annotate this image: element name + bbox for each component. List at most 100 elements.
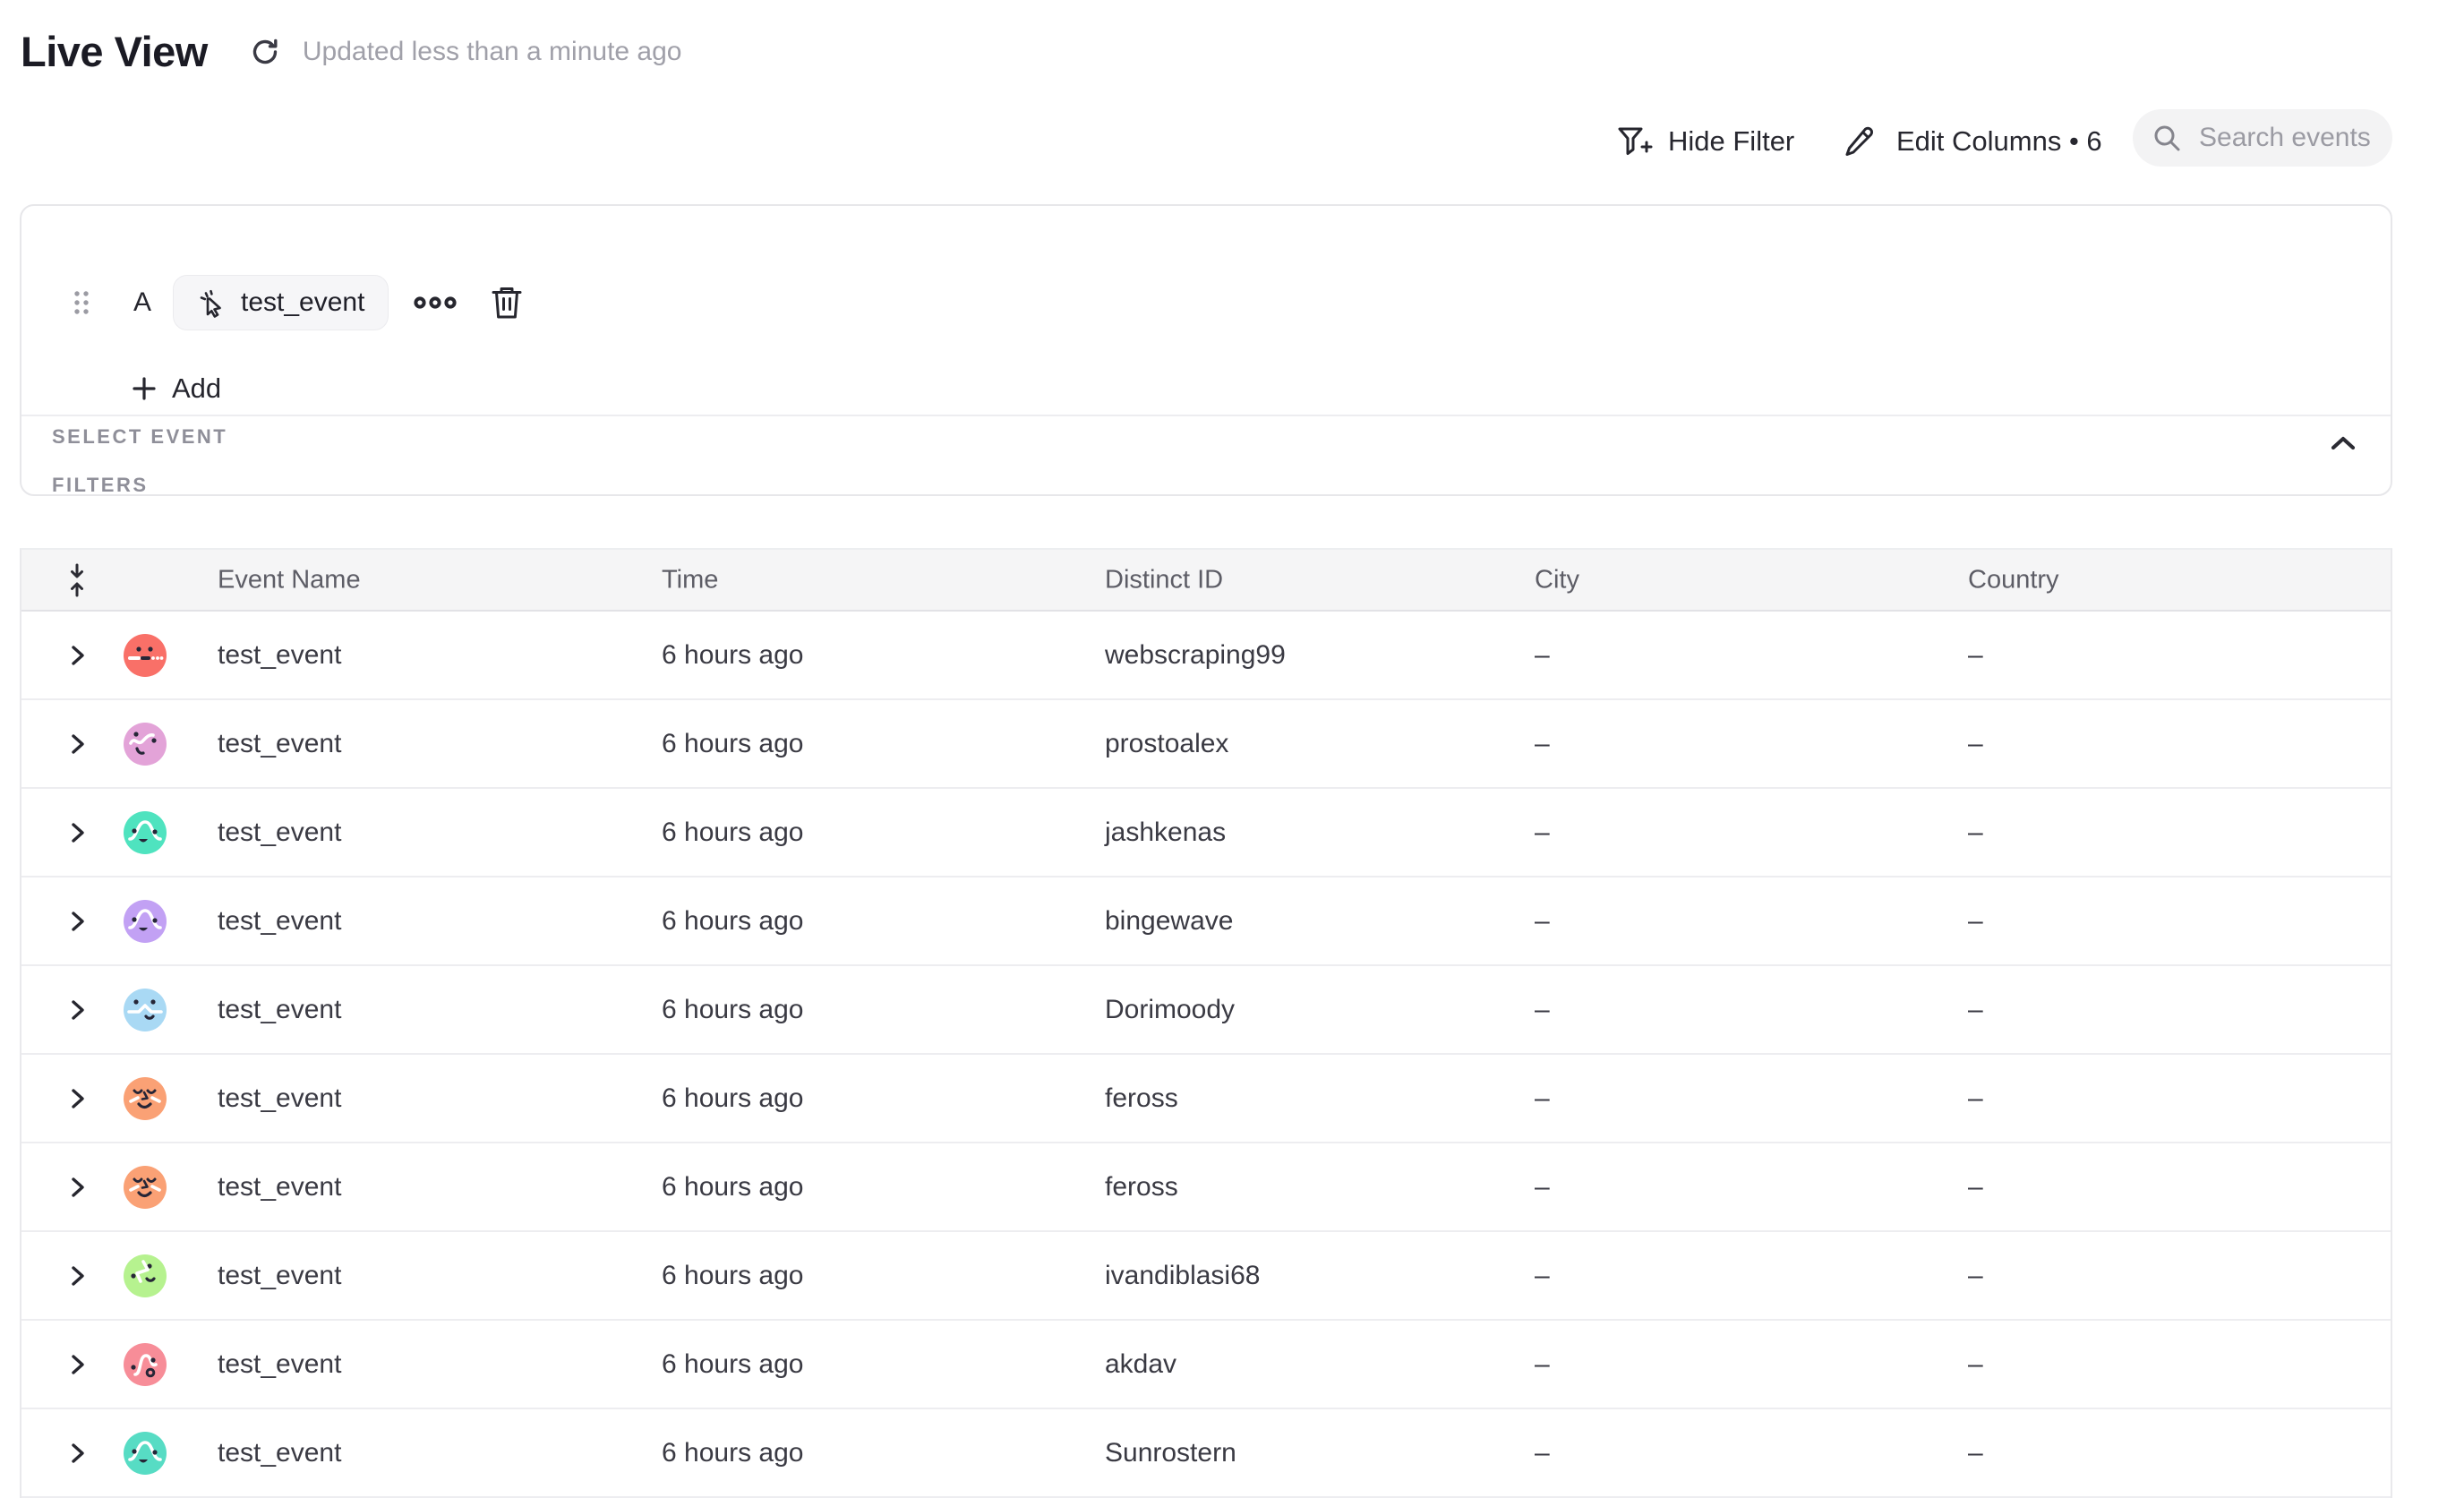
edit-columns-button[interactable]: Edit Columns • 6	[1843, 113, 2102, 170]
table-row: test_event 6 hours ago bingewave – –	[21, 877, 2391, 966]
add-event-button[interactable]: Add	[132, 369, 221, 408]
country-cell: –	[1968, 906, 1983, 937]
distinct-id-link[interactable]: akdav	[1105, 1349, 1176, 1380]
column-header-distinct-id[interactable]: Distinct ID	[1105, 565, 1223, 595]
search-events-input[interactable]	[2197, 122, 2389, 154]
updated-status: Updated less than a minute ago	[303, 37, 682, 67]
chevron-right-icon	[69, 998, 87, 1022]
event-name-cell: test_event	[218, 1261, 341, 1291]
event-select-chip[interactable]: test_event	[173, 275, 389, 330]
more-options-button[interactable]	[414, 295, 457, 310]
time-cell: 6 hours ago	[662, 1438, 803, 1468]
column-header-country[interactable]: Country	[1968, 565, 2059, 595]
city-cell: –	[1535, 1349, 1550, 1380]
time-cell: 6 hours ago	[662, 995, 803, 1025]
chevron-right-icon	[69, 910, 87, 933]
user-avatar	[124, 811, 167, 854]
distinct-id-link[interactable]: jashkenas	[1105, 817, 1226, 848]
cursor-click-icon	[197, 287, 227, 318]
query-builder-panel: SELECT EVENT A	[20, 204, 2392, 496]
search-events-box[interactable]	[2133, 109, 2392, 167]
country-cell: –	[1968, 1083, 1983, 1114]
table-row: test_event 6 hours ago feross – –	[21, 1143, 2391, 1232]
time-cell: 6 hours ago	[662, 640, 803, 671]
plus-icon	[132, 376, 157, 401]
filters-section[interactable]: FILTERS	[21, 416, 2391, 496]
search-icon	[2151, 122, 2183, 154]
table-row: test_event 6 hours ago akdav – –	[21, 1321, 2391, 1409]
chevron-right-icon	[69, 1353, 87, 1376]
city-cell: –	[1535, 1083, 1550, 1114]
row-expander-button[interactable]	[69, 732, 89, 757]
table-header: Event Name Time Distinct ID City Country	[21, 550, 2391, 612]
user-avatar	[124, 723, 167, 766]
add-label: Add	[172, 372, 221, 405]
row-expander-button[interactable]	[69, 820, 89, 845]
city-cell: –	[1535, 1172, 1550, 1203]
event-name-cell: test_event	[218, 1438, 341, 1468]
table-row: test_event 6 hours ago jashkenas – –	[21, 789, 2391, 877]
chevron-right-icon	[69, 1087, 87, 1110]
events-table: Event Name Time Distinct ID City Country…	[20, 548, 2392, 1498]
chevron-right-icon	[69, 1442, 87, 1465]
event-name-cell: test_event	[218, 1349, 341, 1380]
table-row: test_event 6 hours ago Dorimoody – –	[21, 966, 2391, 1055]
city-cell: –	[1535, 1438, 1550, 1468]
city-cell: –	[1535, 995, 1550, 1025]
country-cell: –	[1968, 1438, 1983, 1468]
hide-filter-button[interactable]: Hide Filter	[1615, 113, 1794, 170]
row-expander-button[interactable]	[69, 909, 89, 934]
distinct-id-link[interactable]: feross	[1105, 1172, 1178, 1203]
row-expander-button[interactable]	[69, 1441, 89, 1466]
refresh-icon	[248, 35, 282, 69]
selected-event-name: test_event	[241, 287, 364, 318]
row-expander-button[interactable]	[69, 1086, 89, 1111]
event-name-cell: test_event	[218, 817, 341, 848]
filters-section-label: FILTERS	[52, 474, 149, 497]
distinct-id-link[interactable]: bingewave	[1105, 906, 1233, 937]
table-row: test_event 6 hours ago ivandiblasi68 – –	[21, 1232, 2391, 1321]
filter-plus-icon	[1615, 124, 1653, 159]
table-body: test_event 6 hours ago webscraping99 – –…	[21, 612, 2391, 1498]
table-row: test_event 6 hours ago webscraping99 – –	[21, 612, 2391, 700]
distinct-id-link[interactable]: webscraping99	[1105, 640, 1286, 671]
distinct-id-link[interactable]: prostoalex	[1105, 729, 1228, 759]
country-cell: –	[1968, 1349, 1983, 1380]
page-title: Live View	[21, 27, 208, 76]
row-expander-button[interactable]	[69, 1175, 89, 1200]
row-expander-button[interactable]	[69, 1352, 89, 1377]
event-name-cell: test_event	[218, 640, 341, 671]
city-cell: –	[1535, 729, 1550, 759]
user-avatar	[124, 989, 167, 1031]
column-header-city[interactable]: City	[1535, 565, 1579, 595]
hide-filter-label: Hide Filter	[1668, 125, 1794, 158]
event-name-cell: test_event	[218, 995, 341, 1025]
user-avatar	[124, 1254, 167, 1297]
row-expander-button[interactable]	[69, 997, 89, 1023]
event-name-cell: test_event	[218, 1172, 341, 1203]
event-query-row: A test_event	[21, 276, 525, 330]
row-expander-button[interactable]	[69, 643, 89, 668]
chevron-right-icon	[69, 644, 87, 667]
country-cell: –	[1968, 817, 1983, 848]
distinct-id-link[interactable]: ivandiblasi68	[1105, 1261, 1260, 1291]
refresh-button[interactable]	[247, 34, 283, 70]
table-row: test_event 6 hours ago prostoalex – –	[21, 700, 2391, 789]
distinct-id-link[interactable]: Sunrostern	[1105, 1438, 1236, 1468]
table-row: test_event 6 hours ago Sunrostern – –	[21, 1409, 2391, 1498]
country-cell: –	[1968, 995, 1983, 1025]
time-cell: 6 hours ago	[662, 1172, 803, 1203]
distinct-id-link[interactable]: feross	[1105, 1083, 1178, 1114]
collapse-all-icon[interactable]	[65, 563, 89, 597]
user-avatar	[124, 1166, 167, 1209]
column-header-event-name[interactable]: Event Name	[218, 565, 361, 595]
page-header: Live View Updated less than a minute ago	[21, 27, 681, 76]
row-expander-button[interactable]	[69, 1263, 89, 1288]
user-avatar	[124, 1432, 167, 1475]
edit-columns-label: Edit Columns • 6	[1896, 125, 2102, 158]
column-header-time[interactable]: Time	[662, 565, 718, 595]
delete-event-button[interactable]	[489, 284, 525, 321]
chevron-right-icon	[69, 732, 87, 756]
drag-handle-icon[interactable]	[73, 289, 90, 316]
distinct-id-link[interactable]: Dorimoody	[1105, 995, 1235, 1025]
